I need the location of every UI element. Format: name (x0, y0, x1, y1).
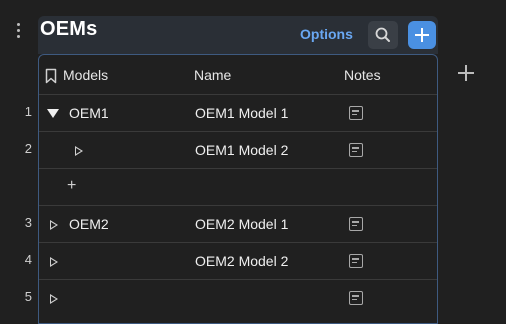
group-label: OEM2 (69, 216, 109, 232)
model-name[interactable]: OEM1 Model 1 (195, 105, 288, 121)
model-name[interactable]: OEM2 Model 1 (195, 216, 288, 232)
notes-icon[interactable] (349, 217, 363, 231)
notes-icon[interactable] (349, 291, 363, 305)
expand-toggle-icon[interactable] (50, 294, 58, 304)
notes-icon[interactable] (349, 143, 363, 157)
row-number: 4 (24, 252, 32, 267)
bookmark-icon (45, 68, 57, 84)
group-label: OEM1 (69, 105, 109, 121)
model-name[interactable]: OEM1 Model 2 (195, 142, 288, 158)
add-column-button[interactable] (456, 63, 476, 83)
oems-table: Models Name Notes OEM1 OEM1 Model 1 OEM1… (38, 54, 438, 324)
page-title: OEMs (40, 18, 98, 40)
search-icon (375, 27, 390, 42)
table-titlebar: OEMs Options (38, 16, 438, 54)
row-number: 3 (24, 215, 32, 230)
collapse-toggle-icon[interactable] (47, 109, 59, 118)
notes-icon[interactable] (349, 254, 363, 268)
notes-icon[interactable] (349, 106, 363, 120)
row-number: 5 (24, 289, 32, 304)
row-number: 1 (24, 104, 32, 119)
expand-toggle-icon[interactable] (50, 257, 58, 267)
column-header-notes[interactable]: Notes (344, 67, 381, 83)
expand-toggle-icon[interactable] (50, 220, 58, 230)
search-button[interactable] (368, 21, 398, 49)
expand-toggle-icon[interactable] (75, 146, 83, 156)
add-button[interactable] (408, 21, 436, 49)
kebab-menu-icon[interactable] (13, 23, 23, 41)
add-model-button[interactable]: + (67, 178, 76, 194)
options-button[interactable]: Options (300, 26, 353, 42)
model-name[interactable]: OEM2 Model 2 (195, 253, 288, 269)
column-header-name[interactable]: Name (194, 67, 231, 83)
column-header-models[interactable]: Models (63, 67, 108, 83)
row-number: 2 (24, 141, 32, 156)
